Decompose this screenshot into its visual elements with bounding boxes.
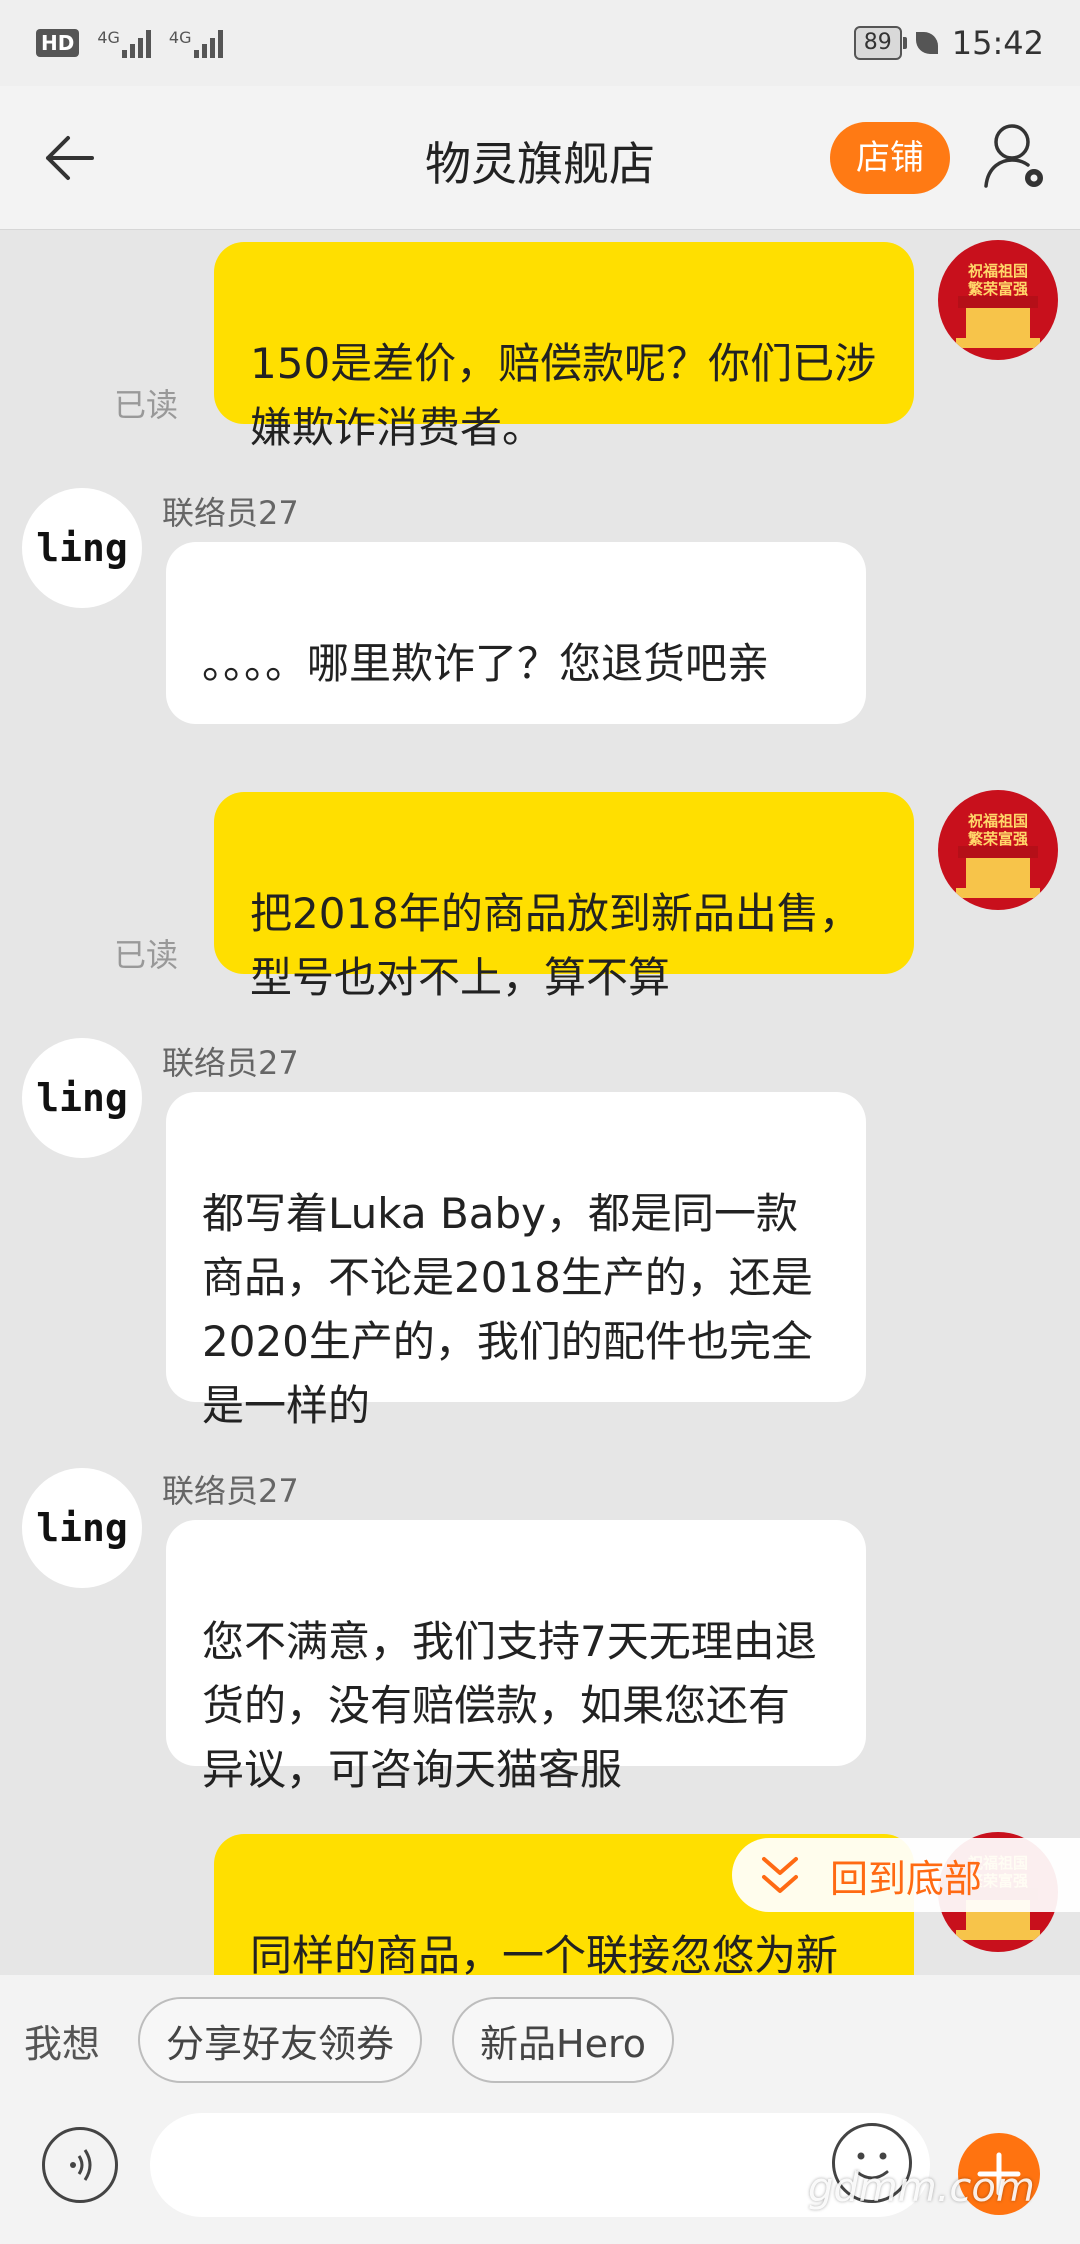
signal-bars-icon	[121, 28, 151, 58]
signal-2: 4G	[169, 28, 223, 58]
avatar-caption: 祝福祖国 繁荣富强	[967, 262, 1028, 298]
message-text: 把2018年的商品放到新品出售，型号也对不上，算不算	[250, 889, 861, 1002]
battery-icon: 89	[853, 26, 907, 60]
status-bar: HD 4G 4G 89 15:42	[0, 0, 1080, 86]
suggestion-chip-new-hero[interactable]: 新品Hero	[452, 1997, 675, 2083]
suggestions-label: 我想	[24, 2021, 101, 2066]
sender-name: 联络员27	[162, 1044, 299, 1082]
message-text: 150是差价，赔偿款呢？你们已涉嫌欺诈消费者。	[250, 339, 877, 452]
message-text: 都写着Luka Baby，都是同一款商品，不论是2018生产的，还是2020生产…	[202, 1189, 813, 1430]
avatar-base-graphic	[956, 888, 1040, 898]
network-type-2: 4G	[168, 28, 192, 47]
signal-1: 4G	[97, 28, 151, 58]
agent-message-bubble[interactable]: 您不满意，我们支持7天无理由退货的，没有赔偿款，如果您还有异议，可咨询天猫客服	[166, 1520, 866, 1794]
message-text: 同样的商品，一个联接忽悠为新品以高于20%的价格出售，	[250, 1931, 839, 1975]
quick-suggestions: 我想 分享好友领券 新品Hero	[0, 1975, 1080, 2105]
avatar-base-graphic	[956, 1930, 1040, 1940]
agent-avatar[interactable]: ling	[22, 1468, 142, 1588]
avatar-base-graphic	[956, 338, 1040, 348]
my-message-bubble[interactable]: 150是差价，赔偿款呢？你们已涉嫌欺诈消费者。	[214, 242, 914, 452]
hd-badge: HD	[36, 29, 80, 57]
agent-avatar[interactable]: ling	[22, 488, 142, 608]
my-avatar[interactable]: 祝福祖国 繁荣富强	[938, 240, 1058, 360]
signal-bars-icon	[193, 28, 223, 58]
read-status: 已读	[114, 936, 179, 974]
message-input-bar: gdmm.com	[0, 2105, 1080, 2244]
clock: 15:42	[951, 24, 1044, 62]
user-settings-button[interactable]	[982, 120, 1052, 194]
suggestion-chip-share-coupon[interactable]: 分享好友领券	[138, 1997, 423, 2083]
agent-avatar[interactable]: ling	[22, 1038, 142, 1158]
chat-header: 物灵旗舰店 店铺	[0, 86, 1080, 230]
status-left: HD 4G 4G	[36, 28, 223, 58]
avatar-gate-graphic	[958, 846, 1038, 888]
agent-message-bubble[interactable]: 。。。。哪里欺诈了？您退货吧亲	[166, 542, 866, 724]
eco-leaf-icon	[915, 32, 938, 54]
back-to-bottom-button[interactable]: 回到底部	[732, 1838, 1080, 1912]
voice-wave-icon	[70, 2149, 92, 2181]
message-text: 。。。。哪里欺诈了？您退货吧亲	[202, 639, 770, 688]
network-type-1: 4G	[97, 28, 120, 47]
message-text: 您不满意，我们支持7天无理由退货的，没有赔偿款，如果您还有异议，可咨询天猫客服	[202, 1617, 817, 1794]
status-right: 89 15:42	[853, 24, 1044, 62]
read-status: 已读	[114, 386, 179, 424]
shop-button[interactable]: 店铺	[830, 122, 950, 194]
back-to-bottom-label: 回到底部	[830, 1856, 983, 1901]
voice-input-button[interactable]	[42, 2127, 118, 2203]
sender-name: 联络员27	[162, 494, 299, 532]
agent-message-bubble[interactable]: 都写着Luka Baby，都是同一款商品，不论是2018生产的，还是2020生产…	[166, 1092, 866, 1430]
my-message-bubble[interactable]: 把2018年的商品放到新品出售，型号也对不上，算不算	[214, 792, 914, 1002]
avatar-caption: 祝福祖国 繁荣富强	[967, 812, 1028, 848]
watermark-text: gdmm.com	[808, 2165, 1035, 2211]
my-avatar[interactable]: 祝福祖国 繁荣富强	[938, 790, 1058, 910]
chat-messages[interactable]: 150是差价，赔偿款呢？你们已涉嫌欺诈消费者。 已读 祝福祖国 繁荣富强 lin…	[0, 230, 1080, 1975]
sender-name: 联络员27	[162, 1472, 299, 1510]
avatar-gate-graphic	[958, 296, 1038, 338]
double-chevron-down-icon	[762, 1857, 798, 1893]
user-settings-icon	[984, 124, 1043, 188]
